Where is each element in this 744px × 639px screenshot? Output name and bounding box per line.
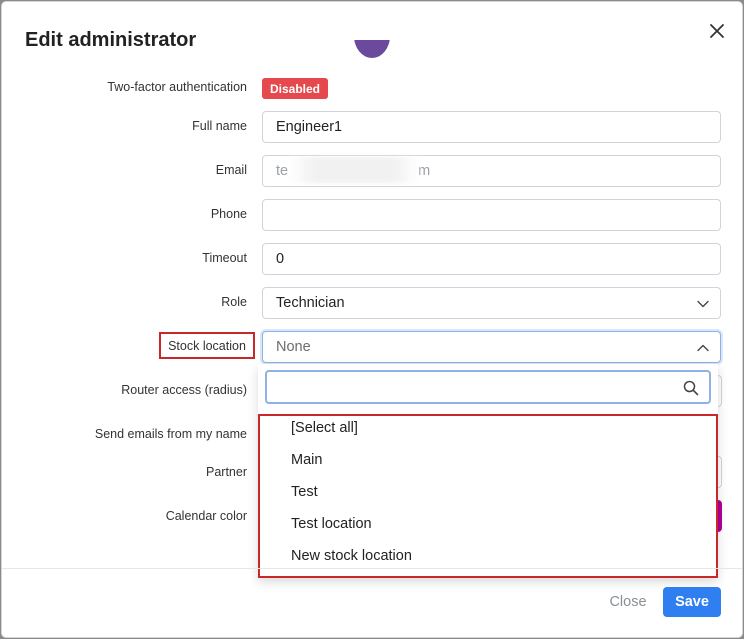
full-name-label: Full name	[192, 119, 247, 133]
router-access-select-edge	[718, 375, 722, 407]
phone-label: Phone	[210, 207, 247, 221]
close-icon[interactable]	[706, 20, 728, 42]
dropdown-options-list: [Select all] Main Test Test location New…	[258, 414, 718, 578]
avatar	[352, 40, 392, 58]
dropdown-search-input[interactable]	[265, 370, 711, 404]
stock-location-value: None	[276, 339, 311, 355]
partner-label: Partner	[206, 465, 247, 479]
full-name-value: Engineer1	[276, 119, 343, 135]
option-select-all[interactable]: [Select all]	[291, 420, 358, 436]
save-button[interactable]: Save	[663, 587, 721, 617]
email-redaction	[289, 157, 419, 183]
chevron-up-icon	[697, 344, 709, 352]
partner-select-edge	[718, 456, 722, 488]
role-select[interactable]: Technician	[262, 287, 721, 319]
role-label: Role	[221, 295, 247, 309]
timeout-value: 0	[276, 251, 285, 267]
chevron-down-icon	[697, 300, 709, 308]
option-new-stock-location[interactable]: New stock location	[291, 548, 412, 564]
full-name-input[interactable]: Engineer1	[262, 111, 721, 143]
close-button[interactable]: Close	[600, 588, 656, 616]
search-icon	[683, 380, 699, 396]
stock-location-label: Stock location	[159, 332, 255, 359]
calendar-color-label: Calendar color	[165, 509, 247, 523]
two-factor-label: Two-factor authentication	[107, 80, 247, 94]
option-main[interactable]: Main	[291, 452, 322, 468]
email-value-end: m	[418, 163, 431, 179]
role-value: Technician	[276, 295, 345, 311]
phone-input[interactable]	[262, 199, 721, 231]
modal-title: Edit administrator	[25, 29, 197, 51]
email-label: Email	[215, 163, 247, 177]
stock-location-select[interactable]: None	[262, 331, 721, 363]
timeout-input[interactable]: 0	[262, 243, 721, 275]
router-access-label: Router access (radius)	[121, 383, 247, 397]
edit-administrator-modal: Edit administrator Two-factor authentica…	[1, 1, 743, 638]
footer-divider	[2, 568, 742, 569]
email-value-start: te	[276, 163, 289, 179]
stock-location-dropdown: [Select all] Main Test Test location New…	[258, 364, 718, 578]
timeout-label: Timeout	[202, 251, 247, 265]
option-test-location[interactable]: Test location	[291, 516, 372, 532]
two-factor-status-badge: Disabled	[262, 78, 329, 99]
option-test[interactable]: Test	[291, 484, 318, 500]
send-emails-label: Send emails from my name	[94, 427, 247, 441]
